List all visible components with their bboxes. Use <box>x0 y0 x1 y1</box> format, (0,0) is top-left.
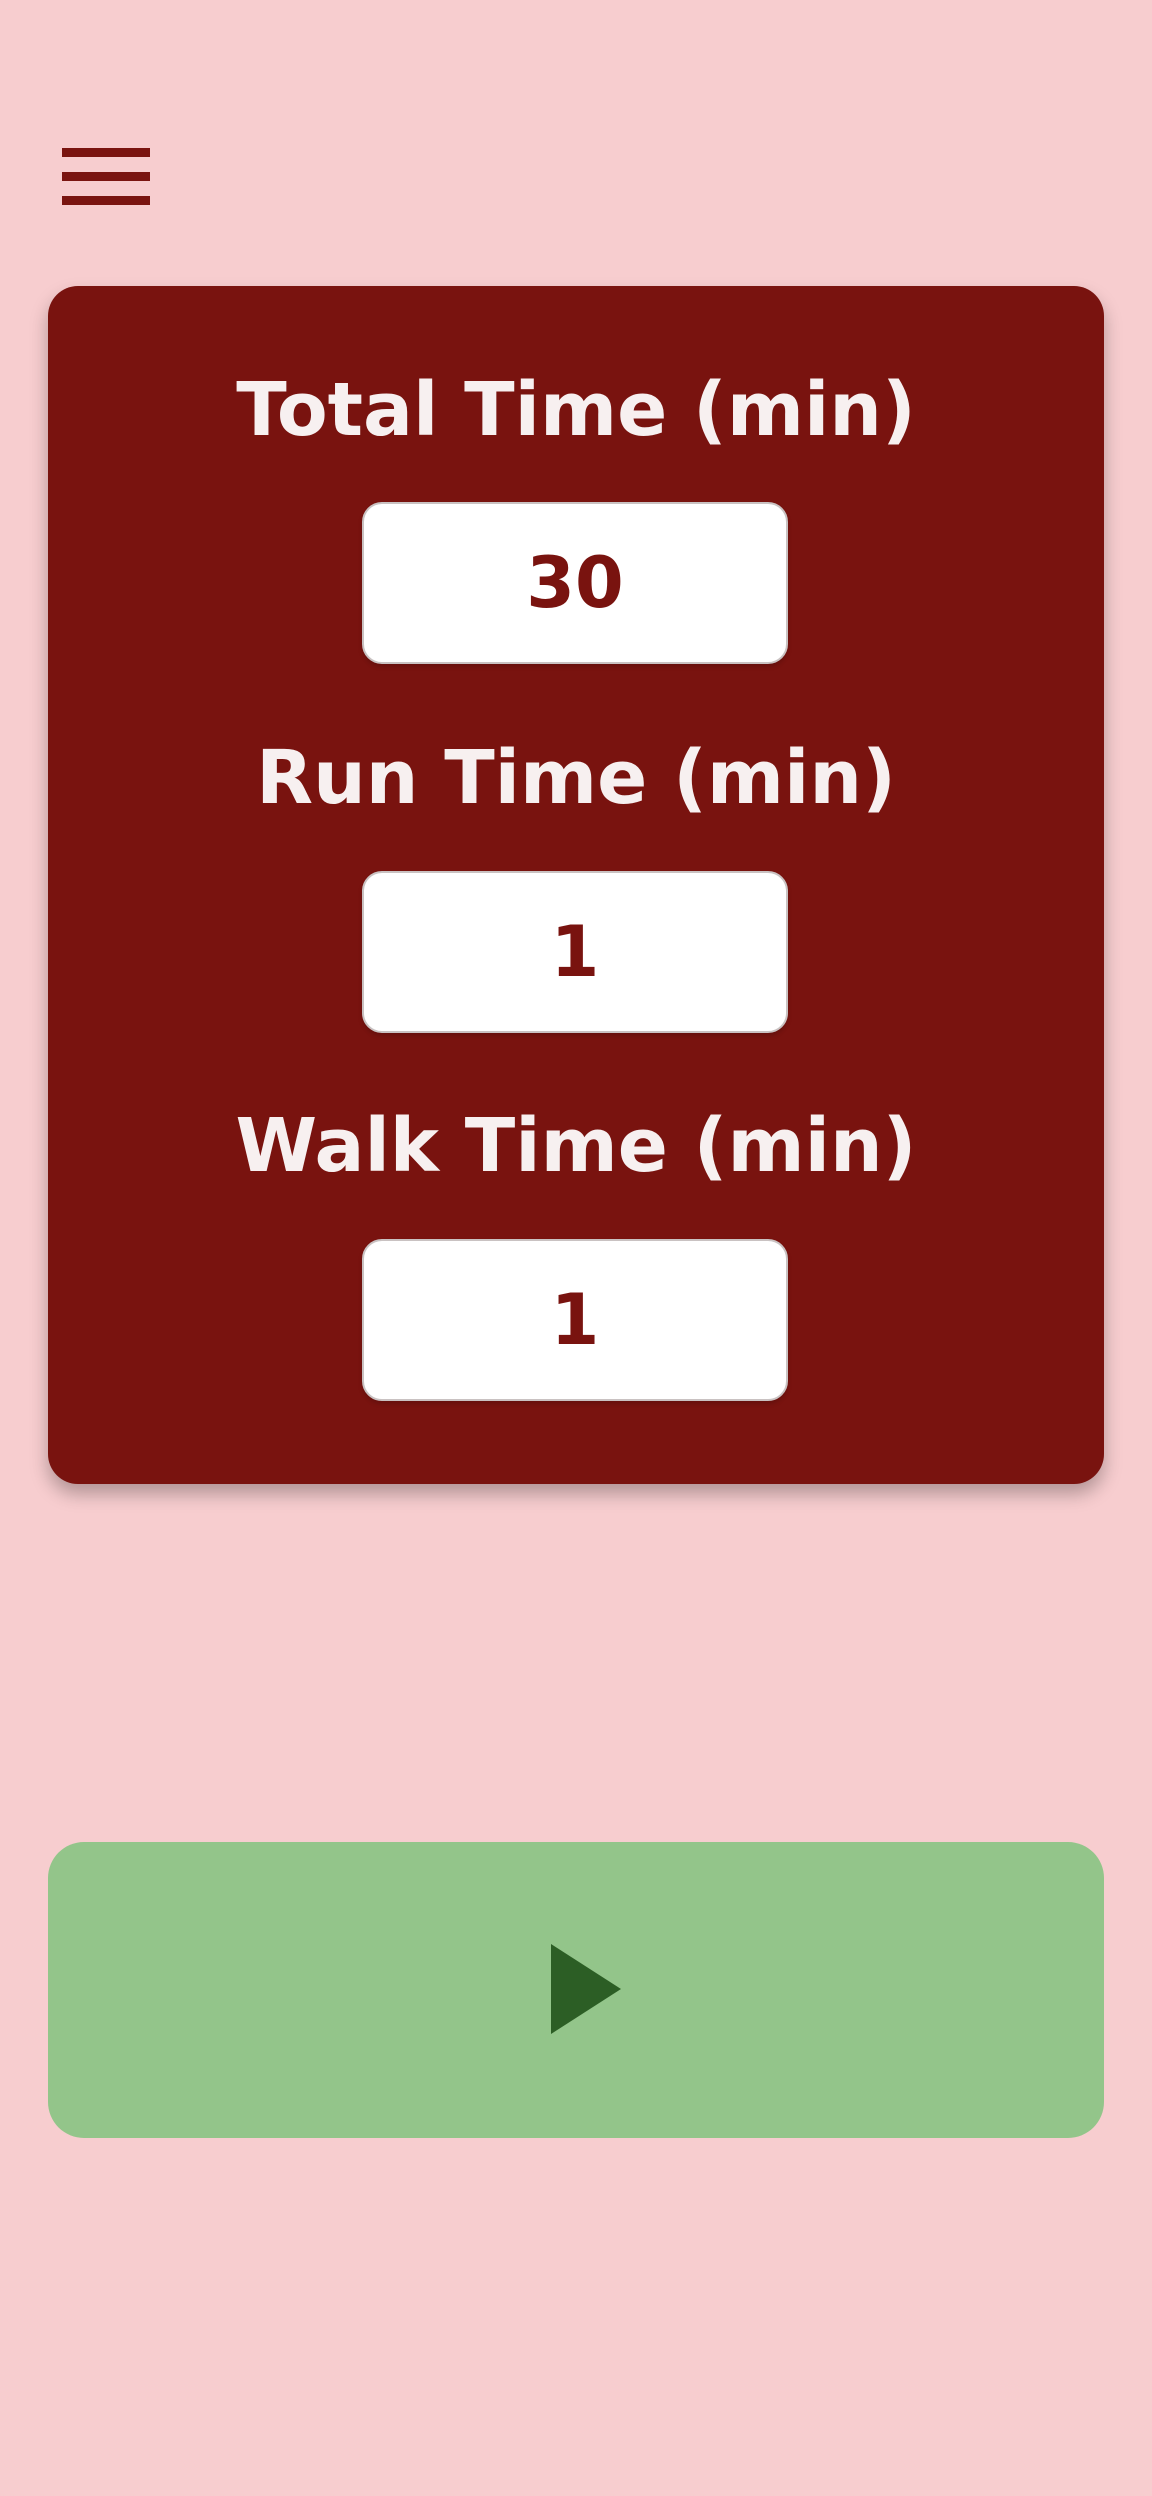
hamburger-menu-icon-bar <box>62 172 150 181</box>
hamburger-menu-icon-bar <box>62 148 150 157</box>
menu-button[interactable] <box>62 146 150 208</box>
interval-settings-card: Total Time (min) Run Time (min) Walk Tim… <box>48 286 1104 1484</box>
run-time-label: Run Time (min) <box>256 735 896 821</box>
total-time-label: Total Time (min) <box>236 367 916 453</box>
run-time-input[interactable] <box>362 871 788 1033</box>
total-time-input[interactable] <box>362 502 788 664</box>
walk-time-label: Walk Time (min) <box>235 1103 917 1189</box>
walk-time-input[interactable] <box>362 1239 788 1401</box>
hamburger-menu-icon-bar <box>62 196 150 205</box>
play-icon <box>551 1944 621 2034</box>
